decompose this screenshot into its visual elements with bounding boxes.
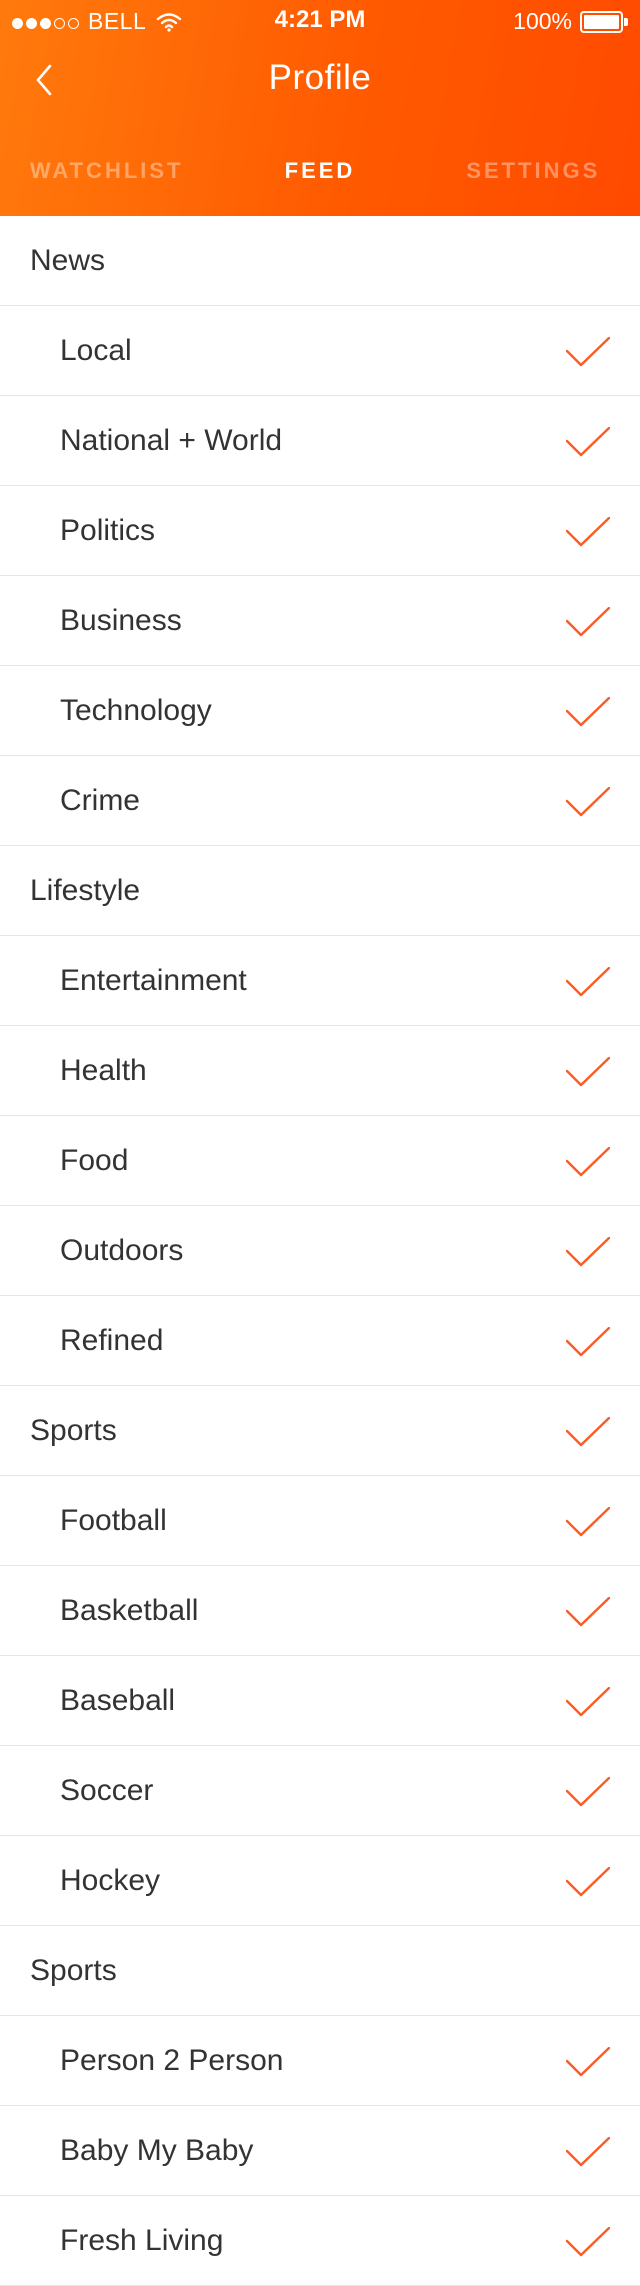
checkmark-icon	[566, 2137, 610, 2167]
checkmark-icon	[566, 607, 610, 637]
item-label: Baseball	[60, 1683, 176, 1717]
list-item[interactable]: Hockey	[0, 1836, 640, 1926]
item-label: Refined	[60, 1323, 164, 1357]
header: BELL 4:21 PM 100% Profile WATCHLIST FEED…	[0, 0, 640, 216]
checkmark-icon	[566, 697, 610, 727]
status-bar: BELL 4:21 PM 100%	[0, 0, 640, 40]
section-header[interactable]: Sports	[0, 1386, 640, 1476]
section-header[interactable]: Sports	[0, 1926, 640, 2016]
list-item[interactable]: Technology	[0, 666, 640, 756]
list-item[interactable]: Baby My Baby	[0, 2106, 640, 2196]
checkmark-icon	[566, 427, 610, 457]
item-label: National + World	[60, 423, 283, 457]
checkmark-icon	[566, 2047, 610, 2077]
tab-watchlist[interactable]: WATCHLIST	[0, 150, 213, 192]
item-label: Local	[60, 333, 132, 367]
back-button[interactable]	[22, 58, 66, 102]
item-label: Politics	[60, 513, 156, 547]
section-header[interactable]: News	[0, 216, 640, 306]
item-label: Outdoors	[60, 1233, 184, 1267]
list-item[interactable]: Crime	[0, 756, 640, 846]
checkmark-icon	[566, 337, 610, 367]
checkmark-icon	[566, 967, 610, 997]
chevron-left-icon	[36, 64, 52, 96]
tab-bar: WATCHLIST FEED SETTINGS	[0, 150, 640, 192]
list-item[interactable]: Outdoors	[0, 1206, 640, 1296]
item-label: Fresh Living	[60, 2223, 224, 2257]
list-item[interactable]: Business	[0, 576, 640, 666]
checkmark-icon	[566, 517, 610, 547]
list-item[interactable]: Basketball	[0, 1566, 640, 1656]
list-item[interactable]: Baseball	[0, 1656, 640, 1746]
checkmark-icon	[566, 2227, 610, 2257]
item-label: Soccer	[60, 1773, 154, 1807]
list-item[interactable]: Politics	[0, 486, 640, 576]
checkmark-icon	[566, 1597, 610, 1627]
list-item[interactable]: Fresh Living	[0, 2196, 640, 2286]
list-item[interactable]: Entertainment	[0, 936, 640, 1026]
checkmark-icon	[566, 1417, 610, 1447]
list-item[interactable]: National + World	[0, 396, 640, 486]
item-label: Food	[60, 1143, 129, 1177]
section-label: News	[30, 243, 106, 277]
item-label: Football	[60, 1503, 167, 1537]
list-item[interactable]: Person 2 Person	[0, 2016, 640, 2106]
nav-bar: Profile	[0, 40, 640, 124]
item-label: Baby My Baby	[60, 2133, 254, 2167]
list-item[interactable]: Refined	[0, 1296, 640, 1386]
checkmark-icon	[566, 787, 610, 817]
tab-feed[interactable]: FEED	[213, 150, 426, 192]
list-item[interactable]: Soccer	[0, 1746, 640, 1836]
item-label: Basketball	[60, 1593, 199, 1627]
checkmark-icon	[566, 1237, 610, 1267]
section-label: Lifestyle	[30, 873, 141, 907]
item-label: Entertainment	[60, 963, 247, 997]
list-item[interactable]: Football	[0, 1476, 640, 1566]
item-label: Hockey	[60, 1863, 161, 1897]
checkmark-icon	[566, 1147, 610, 1177]
checkmark-icon	[566, 1507, 610, 1537]
battery-icon	[580, 10, 628, 33]
list-item[interactable]: Food	[0, 1116, 640, 1206]
feed-list: News Local National + World Politics Busines…	[0, 216, 640, 2286]
tab-settings[interactable]: SETTINGS	[427, 150, 640, 192]
checkmark-icon	[566, 1057, 610, 1087]
list-item[interactable]: Health	[0, 1026, 640, 1116]
item-label: Person 2 Person	[60, 2043, 284, 2077]
checkmark-icon	[566, 1777, 610, 1807]
item-label: Business	[60, 603, 182, 637]
section-header[interactable]: Lifestyle	[0, 846, 640, 936]
item-label: Health	[60, 1053, 147, 1087]
checkmark-icon	[566, 1327, 610, 1357]
section-label: Sports	[30, 1953, 117, 1987]
status-right: 100%	[513, 8, 628, 35]
item-label: Technology	[60, 693, 212, 727]
battery-percentage: 100%	[513, 8, 572, 34]
page-title: Profile	[268, 58, 372, 97]
item-label: Crime	[60, 783, 140, 817]
checkmark-icon	[566, 1867, 610, 1897]
list-item[interactable]: Local	[0, 306, 640, 396]
checkmark-icon	[566, 1687, 610, 1717]
section-label: Sports	[30, 1413, 117, 1447]
